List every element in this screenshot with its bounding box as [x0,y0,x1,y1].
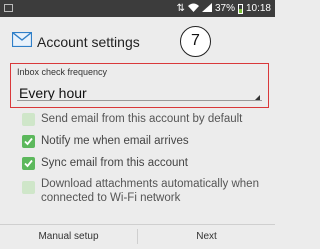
dropdown-corner-icon [255,95,260,100]
signal-icon [201,2,212,15]
next-button[interactable]: Next [138,225,275,246]
battery-percent: 37% [214,3,235,14]
select-underline [17,100,262,101]
status-icons: ⇅ 37% 10:18 [177,2,271,15]
inbox-check-frequency-value[interactable]: Every hour [19,85,87,101]
wifi-icon [187,3,199,15]
inbox-check-frequency-select[interactable]: Inbox check frequency Every hour [10,63,269,108]
page-title: Account settings [37,34,140,50]
manual-setup-button[interactable]: Manual setup [0,225,137,246]
checkbox-unchecked-icon[interactable] [22,113,35,126]
notification-icon [4,4,13,12]
option-label: Download attachments automatically when … [41,178,259,204]
inbox-check-frequency-label: Inbox check frequency [17,67,108,77]
battery-icon [237,3,243,14]
clock: 10:18 [245,3,271,14]
option-label: Sync email from this account [41,157,189,169]
data-sync-icon: ⇅ [176,2,185,14]
checkbox-checked-icon[interactable] [22,135,35,148]
bottom-button-bar: Manual setup Next [0,224,275,246]
step-number-badge: 7 [180,26,211,57]
checkbox-checked-icon[interactable] [22,157,35,170]
option-label: Notify me when email arrives [41,135,189,147]
envelope-icon [11,31,33,52]
status-bar: ⇅ 37% 10:18 [0,0,275,17]
checkbox-unchecked-icon[interactable] [22,181,35,194]
header: Account settings 7 [0,24,275,64]
option-label: Send email from this account by default [41,113,243,125]
